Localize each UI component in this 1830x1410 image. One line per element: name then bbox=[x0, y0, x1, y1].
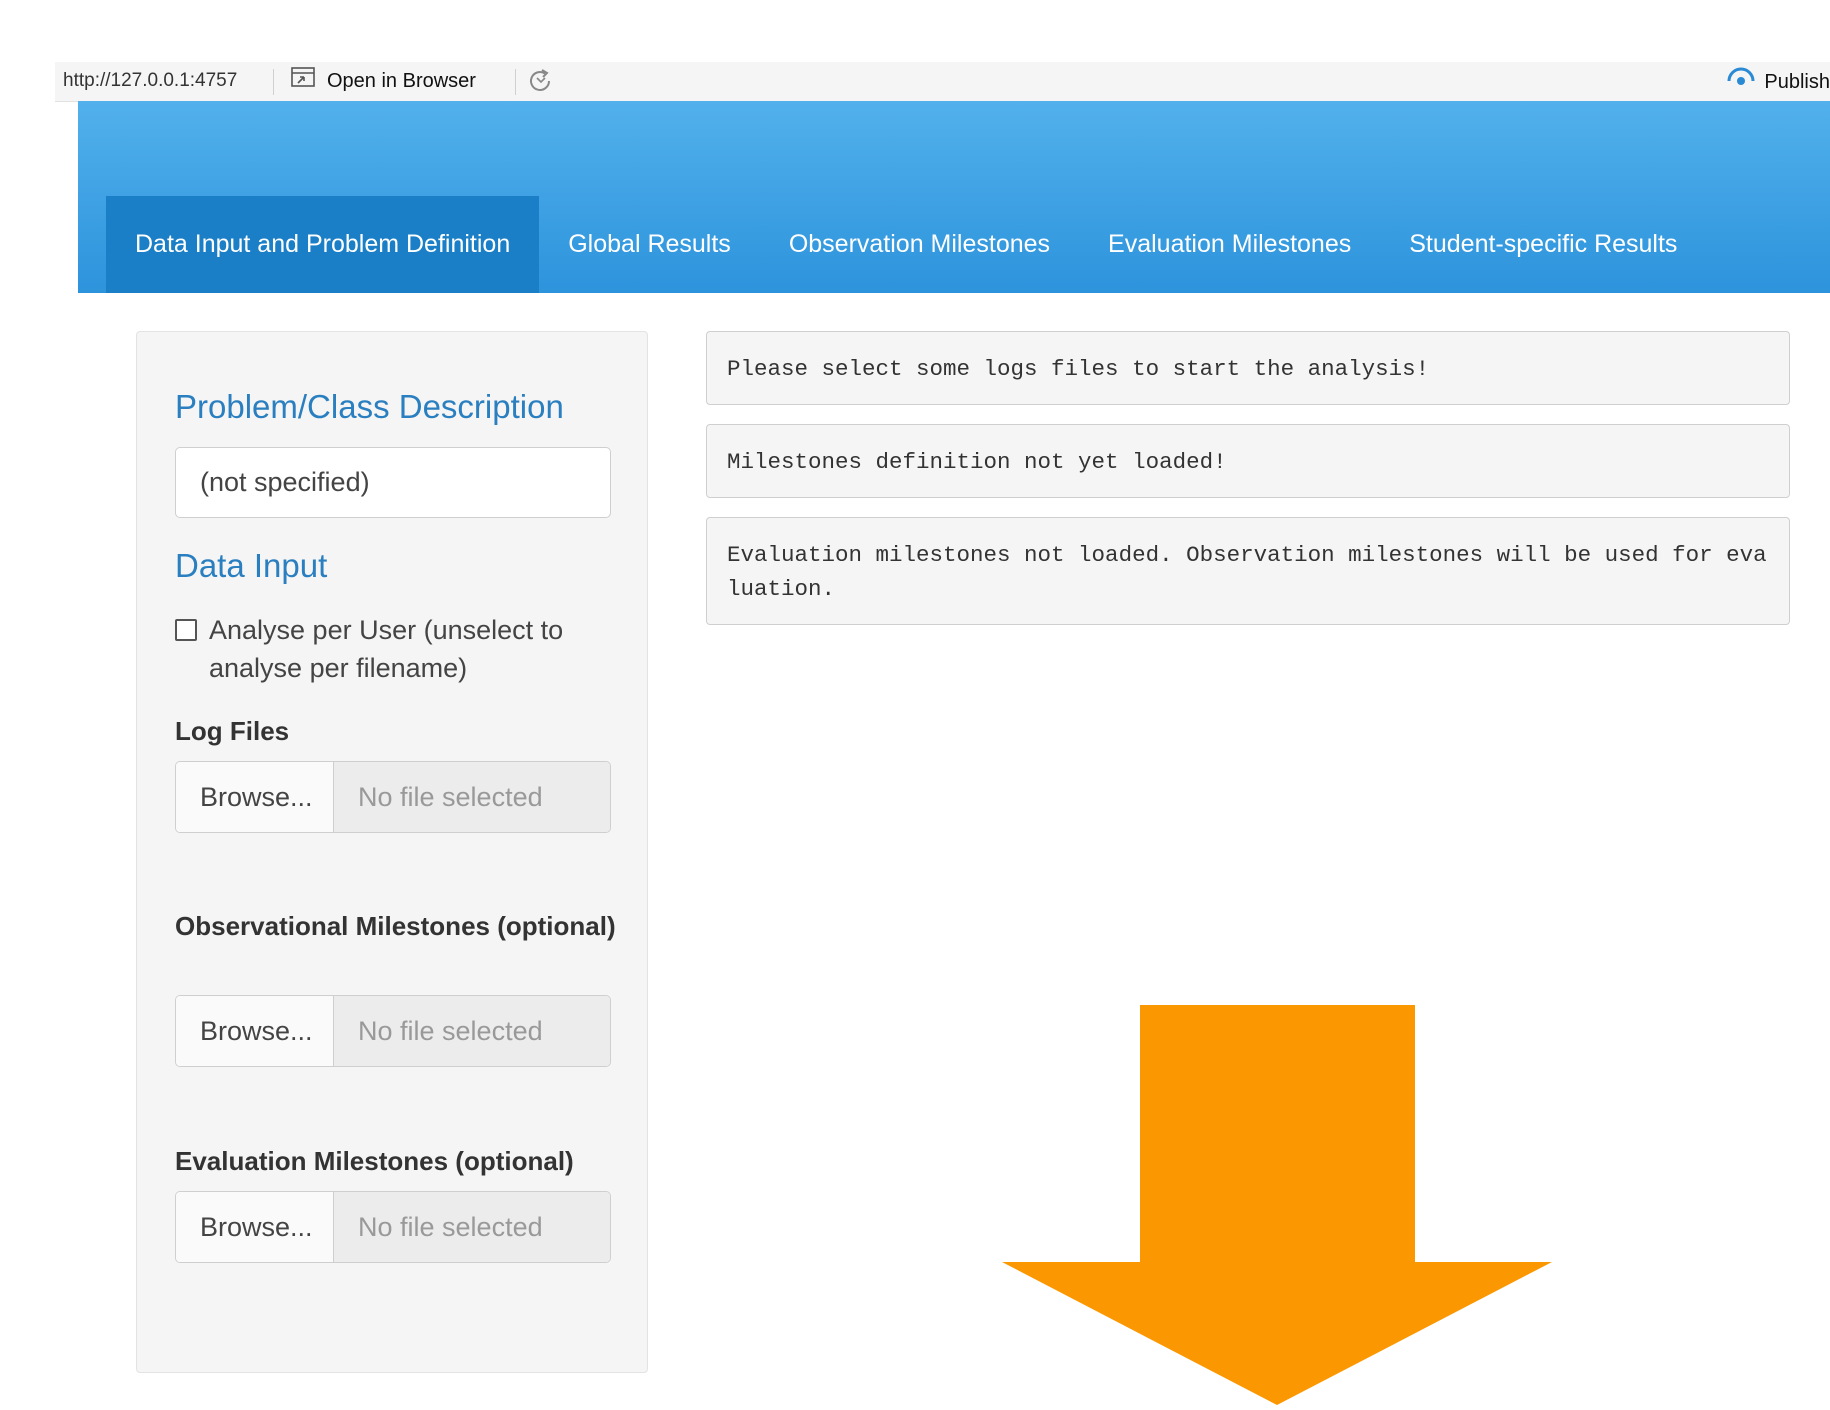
open-in-browser-button[interactable]: Open in Browser bbox=[289, 66, 476, 96]
arrow-down-icon bbox=[1002, 1005, 1552, 1410]
open-in-browser-icon bbox=[289, 65, 319, 97]
app-header: Data Input and Problem Definition Global… bbox=[78, 101, 1830, 293]
analyse-per-user-option[interactable]: Analyse per User (unselect to analyse pe… bbox=[175, 611, 615, 687]
log-files-status: No file selected bbox=[334, 762, 610, 832]
problem-description-heading: Problem/Class Description bbox=[175, 388, 564, 425]
tab-data-input[interactable]: Data Input and Problem Definition bbox=[106, 196, 540, 293]
tab-global-results[interactable]: Global Results bbox=[539, 196, 760, 293]
tab-label: Global Results bbox=[568, 230, 731, 258]
open-in-browser-label: Open in Browser bbox=[327, 69, 476, 92]
evaluation-milestones-label: Evaluation Milestones (optional) bbox=[175, 1146, 574, 1176]
analyse-per-user-label: Analyse per User (unselect to analyse pe… bbox=[209, 615, 564, 683]
evaluation-milestones-browse-button[interactable]: Browse... bbox=[176, 1192, 334, 1262]
problem-description-input[interactable] bbox=[175, 447, 611, 518]
url-display: http://127.0.0.1:4757 bbox=[63, 70, 238, 91]
observational-milestones-status: No file selected bbox=[334, 996, 610, 1066]
observational-milestones-input: Browse... No file selected bbox=[175, 995, 611, 1067]
observational-milestones-label: Observational Milestones (optional) bbox=[175, 911, 616, 941]
evaluation-status-message: Evaluation milestones not loaded. Observ… bbox=[706, 517, 1790, 625]
tab-evaluation-milestones[interactable]: Evaluation Milestones bbox=[1079, 196, 1380, 293]
refresh-button[interactable] bbox=[525, 66, 555, 96]
observational-milestones-browse-button[interactable]: Browse... bbox=[176, 996, 334, 1066]
milestones-status-message: Milestones definition not yet loaded! bbox=[706, 424, 1790, 498]
evaluation-milestones-status: No file selected bbox=[334, 1192, 610, 1262]
viewer-toolbar: http://127.0.0.1:4757 Open in Browser Pu… bbox=[55, 62, 1830, 102]
refresh-icon bbox=[525, 69, 555, 100]
sidebar-panel: Problem/Class Description Data Input Ana… bbox=[136, 331, 648, 1373]
publish-button[interactable]: Publish bbox=[1726, 66, 1830, 98]
log-files-input: Browse... No file selected bbox=[175, 761, 611, 833]
tab-label: Data Input and Problem Definition bbox=[135, 230, 511, 258]
data-input-heading: Data Input bbox=[175, 547, 328, 584]
main-nav: Data Input and Problem Definition Global… bbox=[106, 196, 1706, 293]
publish-icon bbox=[1726, 67, 1756, 97]
tab-label: Evaluation Milestones bbox=[1108, 230, 1352, 258]
analyse-per-user-checkbox[interactable] bbox=[175, 619, 197, 641]
analysis-status-message: Please select some logs files to start t… bbox=[706, 331, 1790, 405]
tab-label: Observation Milestones bbox=[788, 230, 1051, 258]
toolbar-divider bbox=[515, 69, 516, 95]
tab-label: Student-specific Results bbox=[1409, 230, 1678, 258]
tab-student-specific-results[interactable]: Student-specific Results bbox=[1380, 196, 1706, 293]
evaluation-milestones-input: Browse... No file selected bbox=[175, 1191, 611, 1263]
log-files-label: Log Files bbox=[175, 716, 290, 746]
log-files-browse-button[interactable]: Browse... bbox=[176, 762, 334, 832]
toolbar-divider bbox=[273, 69, 274, 95]
publish-label: Publish bbox=[1764, 70, 1830, 93]
tab-observation-milestones[interactable]: Observation Milestones bbox=[760, 196, 1079, 293]
